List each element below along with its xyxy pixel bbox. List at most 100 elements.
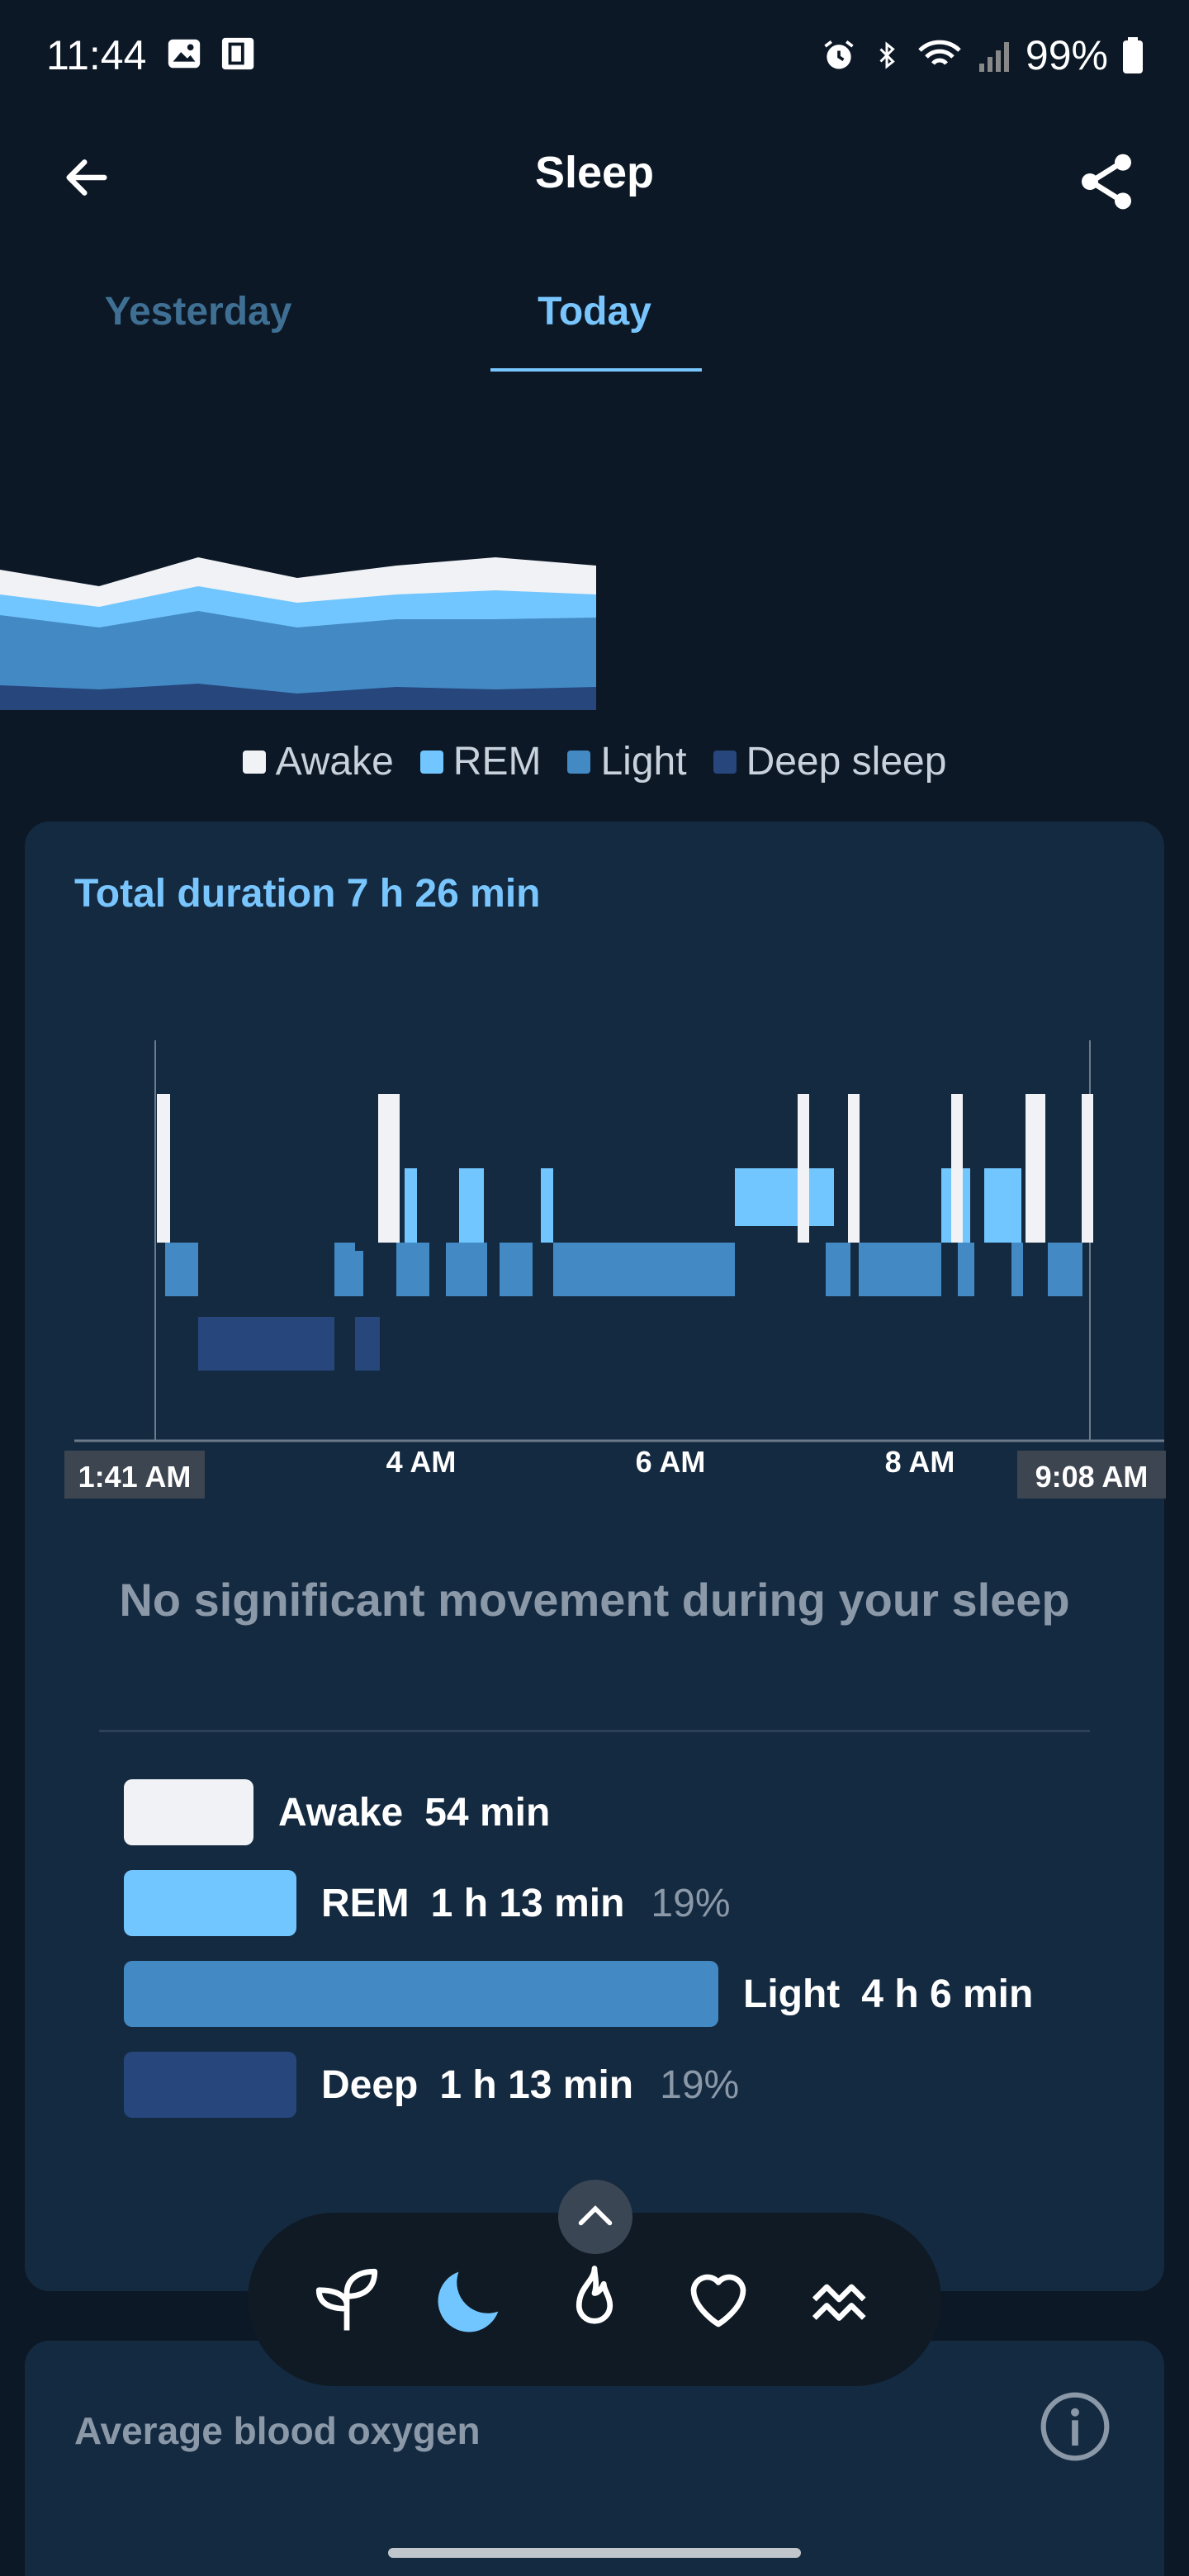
light-segment xyxy=(859,1243,941,1296)
stage-percent: 19% xyxy=(660,2062,740,2107)
sleep-summary-chart xyxy=(0,557,596,710)
day-tabs: Yesterday Today xyxy=(0,272,1189,380)
notification-icons xyxy=(165,35,263,73)
stage-bar-deep xyxy=(124,2052,296,2118)
flame-icon xyxy=(576,2266,613,2324)
start-time-label: 1:41 AM xyxy=(78,1460,192,1494)
light-segment xyxy=(446,1243,487,1296)
deep-segments xyxy=(198,1317,380,1371)
moon-icon xyxy=(438,2271,499,2332)
card-title: Average blood oxygen xyxy=(74,2409,481,2452)
page-title: Sleep xyxy=(534,148,655,197)
battery-percent: 99% xyxy=(1025,32,1108,78)
stage-bar-awake xyxy=(124,1779,253,1845)
active-tab-indicator xyxy=(490,368,702,372)
alarm-icon xyxy=(824,40,854,69)
stage-name: Awake xyxy=(278,1790,404,1835)
rem-segment xyxy=(459,1168,484,1243)
sleep-detail-card: Total duration 7 h 26 min 4 AM 6 AM 8 AM… xyxy=(25,822,1166,2291)
image-icon xyxy=(168,39,201,69)
light-segment xyxy=(165,1243,198,1296)
movement-summary: No significant movement during your slee… xyxy=(119,1574,1070,1626)
rem-segment xyxy=(735,1168,834,1226)
stage-row-rem: REM 1 h 13 min 19% xyxy=(124,1870,731,1936)
awake-segment xyxy=(378,1094,400,1243)
nav-wellness[interactable] xyxy=(306,2258,388,2341)
status-time: 11:44 xyxy=(46,32,147,78)
legend-swatch xyxy=(567,750,591,774)
legend-swatch xyxy=(713,750,737,774)
end-time-label: 9:08 AM xyxy=(1035,1460,1149,1494)
stage-duration: 1 h 13 min xyxy=(439,2062,634,2107)
light-segment xyxy=(1048,1243,1082,1296)
light-segment xyxy=(396,1243,429,1296)
legend-item-deep: Deep sleep xyxy=(713,739,947,784)
awake-segment xyxy=(1082,1094,1093,1243)
nav-sleep[interactable] xyxy=(429,2258,512,2341)
nav-heart[interactable] xyxy=(677,2258,760,2341)
stage-percent: 19% xyxy=(651,1881,731,1925)
share-icon xyxy=(1082,154,1131,210)
legend-swatch xyxy=(242,750,266,774)
info-icon xyxy=(1040,2392,1110,2461)
stage-name: Light xyxy=(743,1972,841,2016)
tick-label-4am: 4 AM xyxy=(386,1445,457,1479)
rem-segment xyxy=(984,1168,1021,1243)
legend-label: Light xyxy=(600,740,687,784)
awake-segment xyxy=(951,1094,963,1243)
wifi-icon xyxy=(918,40,961,65)
status-bar: 11:44 99% xyxy=(0,0,1189,116)
tab-today[interactable]: Today xyxy=(487,289,702,334)
bluetooth-icon xyxy=(879,41,895,69)
awake-segment xyxy=(798,1094,809,1243)
light-segments xyxy=(165,1243,1082,1296)
divider xyxy=(99,1730,1090,1732)
deep-segment xyxy=(198,1317,334,1371)
stage-row-light: Light 4 h 6 min xyxy=(124,1961,1033,2027)
sprout-icon xyxy=(315,2268,378,2331)
collapse-nav-button[interactable] xyxy=(558,2180,632,2254)
awake-segments xyxy=(157,1094,1093,1243)
awake-segment xyxy=(1026,1094,1045,1243)
info-button[interactable] xyxy=(1035,2387,1115,2466)
heart-icon xyxy=(690,2274,746,2327)
chevron-up-icon xyxy=(578,2205,613,2226)
deep-segment xyxy=(355,1317,380,1371)
hypnogram-chart[interactable]: 4 AM 6 AM 8 AM 1:41 AM 9:08 AM xyxy=(58,1020,1172,1499)
legend-label: REM xyxy=(452,740,542,784)
legend-swatch xyxy=(419,750,443,774)
tick-label-6am: 6 AM xyxy=(636,1445,706,1479)
tab-yesterday[interactable]: Yesterday xyxy=(50,289,347,334)
legend-item-rem: REM xyxy=(419,739,542,784)
nav-activity[interactable] xyxy=(553,2258,636,2341)
legend-item-light: Light xyxy=(567,739,687,784)
stage-duration: 54 min xyxy=(424,1790,551,1835)
awake-segment xyxy=(157,1094,170,1243)
light-segment xyxy=(355,1251,363,1296)
stage-duration: 1 h 13 min xyxy=(430,1881,625,1925)
stage-bar-rem xyxy=(124,1870,296,1936)
stage-duration: 4 h 6 min xyxy=(861,1972,1034,2016)
stage-name: REM xyxy=(321,1881,410,1925)
stage-row-awake: Awake 54 min xyxy=(124,1779,550,1845)
waves-icon xyxy=(812,2284,866,2321)
legend-label: Awake xyxy=(275,740,394,784)
signal-icon xyxy=(978,42,1009,72)
awake-segment xyxy=(848,1094,860,1243)
sleep-legend: Awake REM Light Deep sleep xyxy=(0,739,1189,784)
battery-icon xyxy=(1123,37,1143,73)
stage-bar-light xyxy=(124,1961,718,2027)
light-segment xyxy=(1011,1243,1023,1296)
nav-stress[interactable] xyxy=(801,2258,883,2341)
rem-segment xyxy=(541,1168,553,1243)
light-segment xyxy=(500,1243,533,1296)
total-duration: Total duration 7 h 26 min xyxy=(74,872,541,916)
home-indicator[interactable] xyxy=(388,2548,801,2558)
light-segment xyxy=(958,1243,974,1296)
light-segment xyxy=(553,1243,735,1296)
legend-item-awake: Awake xyxy=(242,739,394,784)
stage-name: Deep xyxy=(321,2062,419,2107)
share-button[interactable] xyxy=(1065,140,1148,223)
legend-label: Deep sleep xyxy=(746,740,947,784)
system-icons: 99% xyxy=(821,31,1143,79)
